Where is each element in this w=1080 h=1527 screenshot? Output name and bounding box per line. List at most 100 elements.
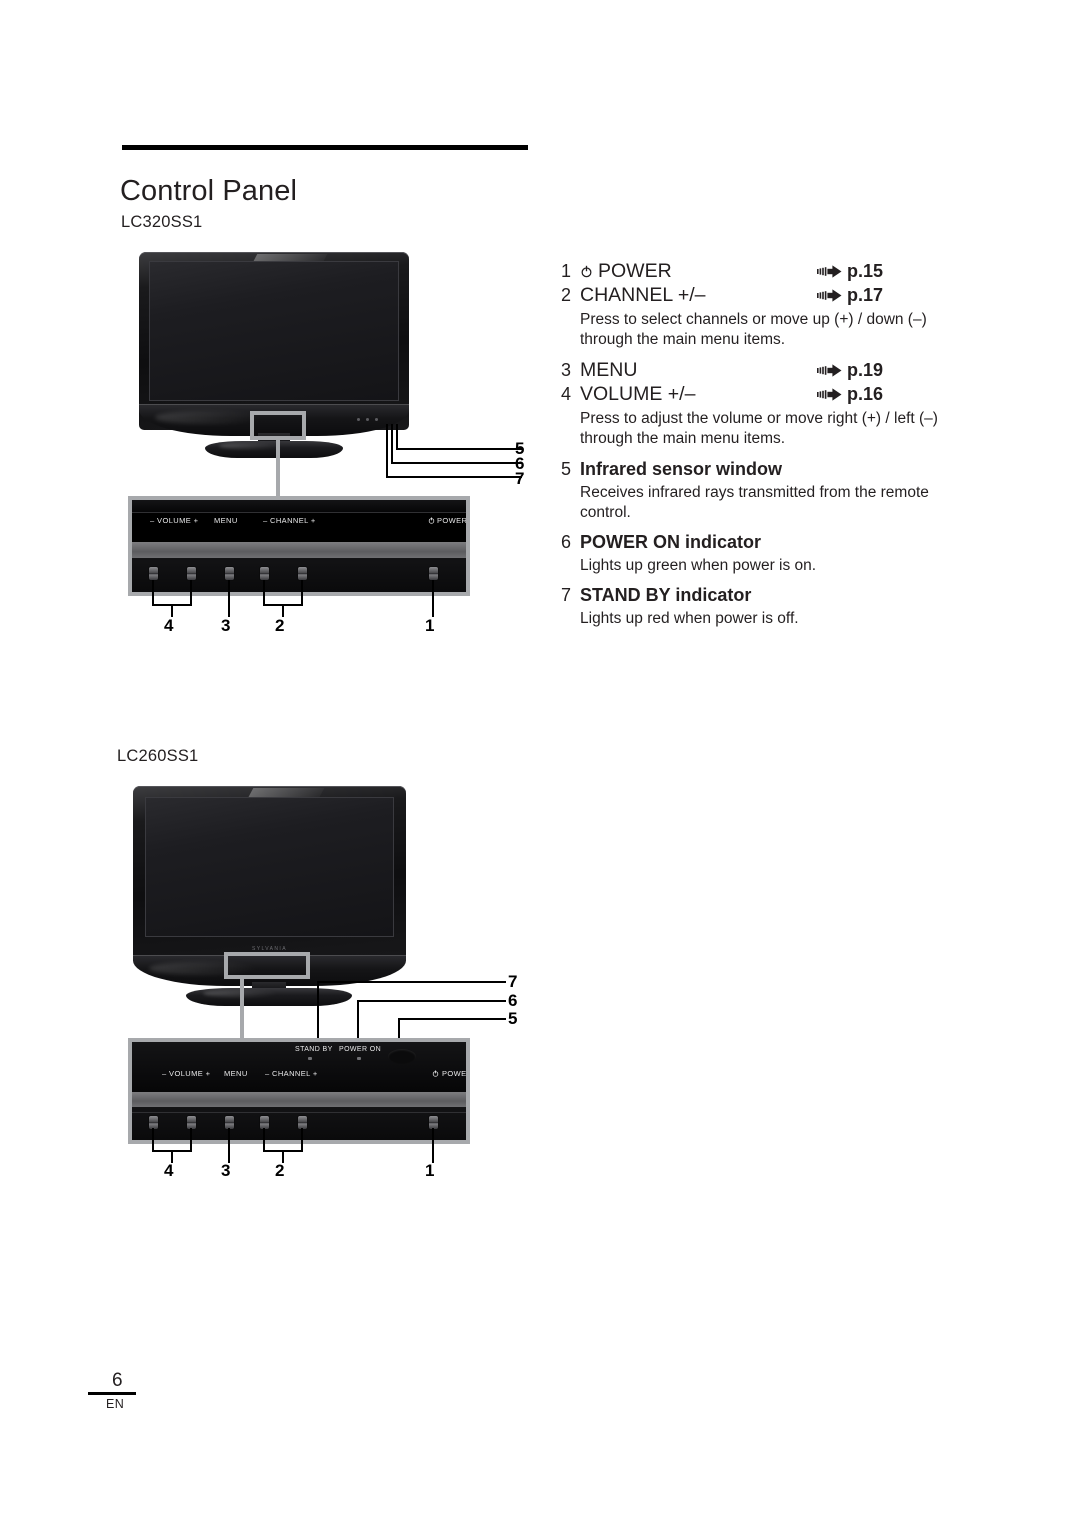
spec-row-3: 3 MENU p.19	[561, 359, 961, 382]
panel-label-power: POWER	[437, 516, 466, 525]
callout-4-leg-left	[152, 580, 154, 606]
zoom-connector-2	[240, 978, 244, 1040]
spec-title-3: MENU	[580, 359, 638, 382]
button-power[interactable]	[429, 567, 438, 580]
callout-number-1-fig2: 1	[425, 1161, 435, 1180]
panel-label-volume: – VOLUME +	[162, 1069, 211, 1078]
spec-row-2: 2 CHANNEL +/– p.17	[561, 284, 961, 307]
callout-line-5-vert	[396, 424, 398, 449]
button-volume-minus[interactable]	[149, 567, 158, 580]
spec-row-7: 7 STAND BY indicator	[561, 585, 961, 606]
infrared-sensor-window	[375, 418, 378, 421]
callout-line-5-horiz-fig2	[398, 1018, 506, 1020]
callout-1-stem-fig2	[432, 1128, 434, 1163]
spec-title-4: VOLUME +/–	[580, 383, 696, 406]
tv-indicator-cluster-lc320ss1	[357, 418, 381, 424]
callout-line-7-horiz-fig2	[317, 981, 506, 983]
button-channel-minus[interactable]	[260, 567, 269, 580]
callout-3-stem-fig2	[228, 1128, 230, 1163]
callout-4-leg-left-fig2	[152, 1128, 154, 1152]
tv-screen	[149, 261, 399, 401]
spec-number-4: 4	[561, 384, 572, 405]
panel-hairline-2	[132, 1112, 466, 1113]
callout-number-7-fig2: 7	[508, 972, 518, 991]
spec-page-1: p.15	[847, 261, 884, 281]
spec-description-6: Lights up green when power is on.	[580, 556, 817, 574]
spec-pageref-1[interactable]: p.15	[817, 261, 883, 282]
tv-stand-base	[205, 441, 343, 458]
callout-number-2-fig2: 2	[275, 1161, 285, 1180]
control-panel-zoom-box-1	[250, 411, 306, 440]
callout-4-leg-right	[190, 580, 192, 606]
spec-description-2: Press to select channels or move up (+) …	[580, 311, 927, 349]
callout-line-6-vert-fig2	[357, 1000, 359, 1040]
spec-page-3: p.19	[847, 360, 884, 381]
callout-2-leg-left-fig2	[263, 1128, 265, 1152]
spec-title-1: POWER	[580, 260, 672, 283]
button-menu[interactable]	[225, 567, 234, 580]
callout-line-5-horiz	[396, 448, 522, 450]
footer-language: EN	[106, 1397, 125, 1411]
spec-row-1: 1 POWER p.15	[561, 260, 961, 283]
button-channel-plus[interactable]	[298, 567, 307, 580]
callout-2-leg-left	[263, 580, 265, 606]
callout-line-7-vert	[386, 424, 388, 477]
zoom-connector-1	[276, 440, 280, 496]
panel-band-top	[132, 500, 466, 512]
spec-number-2: 2	[561, 285, 572, 305]
model-label-lc320ss1: LC320SS1	[121, 213, 203, 231]
panel-label-channel: – CHANNEL +	[263, 516, 316, 525]
spec-row-6: 6 POWER ON indicator	[561, 532, 961, 553]
callout-number-5-fig2: 5	[508, 1009, 518, 1028]
callout-number-2-fig1: 2	[275, 616, 285, 635]
panel-band-mid	[132, 1092, 466, 1107]
arrow-right-icon	[817, 388, 842, 401]
spec-page-4: p.16	[847, 384, 884, 405]
arrow-right-icon	[817, 364, 842, 377]
panel-label-power: POWER	[442, 1069, 466, 1078]
callout-number-7: 7	[515, 469, 525, 488]
spec-row-5: 5 Infrared sensor window	[561, 459, 961, 480]
arrow-right-icon	[817, 265, 842, 278]
panel-band-mid	[132, 542, 466, 558]
callout-number-1-fig1: 1	[425, 616, 435, 635]
footer-rule	[88, 1392, 136, 1395]
button-volume-plus[interactable]	[187, 567, 196, 580]
control-panel-detail-lc260ss1: STAND BY POWER ON – VOLUME + MENU – CHAN…	[128, 1038, 470, 1144]
callout-number-4-fig2: 4	[164, 1161, 174, 1180]
callout-line-6-horiz	[391, 462, 522, 464]
spec-title-6: POWER ON indicator	[580, 531, 762, 552]
callout-2-leg-right-fig2	[301, 1128, 303, 1152]
footer-page-number: 6	[112, 1370, 123, 1391]
callout-number-6-fig2: 6	[508, 991, 518, 1010]
callout-number-3-fig1: 3	[221, 616, 231, 635]
panel-hairline-1	[132, 512, 466, 513]
heading-rule	[122, 145, 528, 150]
spec-pageref-2[interactable]: p.17	[817, 285, 883, 306]
spec-pageref-3[interactable]: p.19	[817, 360, 883, 381]
spec-description-4: Press to adjust the volume or move right…	[580, 410, 938, 448]
callout-line-7-vert-fig2	[317, 981, 319, 1040]
callout-line-6-horiz-fig2	[357, 1000, 506, 1002]
callout-3-stem	[228, 580, 230, 617]
spec-number-7: 7	[561, 584, 572, 605]
tv-base-shine	[218, 442, 283, 450]
spec-title-5: Infrared sensor window	[580, 458, 783, 479]
spec-pageref-4[interactable]: p.16	[817, 384, 883, 405]
callout-2-leg-right	[301, 580, 303, 606]
arrow-right-icon	[817, 289, 842, 302]
tv-stand-base	[186, 988, 352, 1006]
tv-screen	[145, 797, 394, 937]
callout-line-5-vert-fig2	[398, 1018, 400, 1040]
power-on-indicator-led	[357, 1057, 361, 1060]
spec-number-6: 6	[561, 531, 572, 552]
spec-description-5: Receives infrared rays transmitted from …	[580, 483, 929, 521]
callout-4-leg-right-fig2	[190, 1128, 192, 1152]
tv-illustration-lc260ss1: SYLVANIA	[133, 786, 406, 963]
control-panel-detail-lc320ss1: – VOLUME + MENU – CHANNEL + POWER	[128, 496, 470, 596]
page-title: Control Panel	[120, 175, 298, 208]
panel-label-volume: – VOLUME +	[150, 516, 199, 525]
panel-label-menu: MENU	[214, 516, 238, 525]
model-label-lc260ss1: LC260SS1	[117, 747, 199, 765]
callout-number-4-fig1: 4	[164, 616, 174, 635]
